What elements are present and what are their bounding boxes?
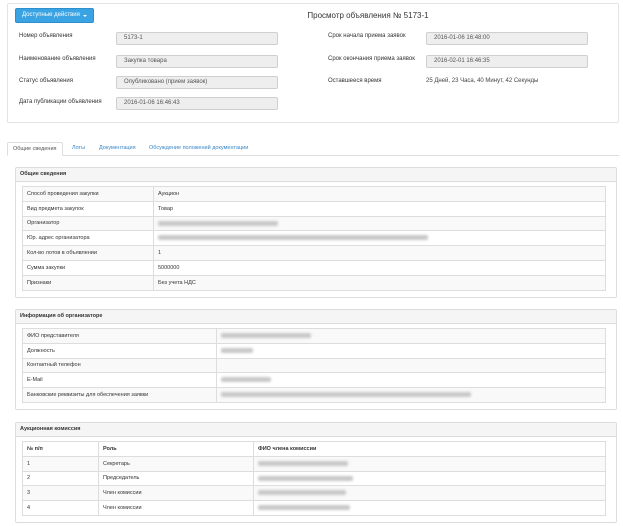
- table-row: Признаки Без учета НДС: [22, 274, 606, 291]
- auction-commission-table: № п/п Роль ФИО члена комиссии 1 Секретар…: [22, 441, 606, 516]
- row-label: Сумма закупки: [22, 259, 154, 276]
- row-value: Товар: [153, 200, 606, 217]
- field-publish-date: 2016-01-06 16:46:43: [116, 97, 278, 110]
- row-label: Юр. адрес организатора: [22, 230, 154, 247]
- general-info-table: Способ проведения закупки Аукцион Вид пр…: [22, 186, 606, 291]
- field-label-end: Срок окончания приема заявок: [328, 56, 415, 62]
- table-row: ФИО представителя: [22, 328, 606, 344]
- row-value-redacted: [153, 215, 606, 232]
- table-row: Должность: [22, 342, 606, 359]
- tab-bar: Общие сведения Лоты Документация Обсужде…: [7, 142, 619, 156]
- row-label: E-Mail: [22, 372, 217, 389]
- row-value-redacted: [216, 342, 606, 359]
- column-header-role: Роль: [98, 441, 254, 457]
- table-row: Организатор: [22, 215, 606, 232]
- auction-commission-title: Аукционная комиссия: [16, 423, 616, 437]
- table-row: 1 Секретарь: [22, 455, 606, 472]
- field-start: 2016-01-06 16:48:00: [426, 32, 588, 45]
- row-num: 3: [22, 485, 99, 502]
- row-label: Контактный телефон: [22, 357, 217, 374]
- tab-general[interactable]: Общие сведения: [7, 142, 63, 156]
- field-end: 2016-02-01 16:46:35: [426, 55, 588, 68]
- row-label: Кол-во лотов в объявлении: [22, 245, 154, 261]
- table-row: E-Mail: [22, 372, 606, 389]
- table-row: Способ проведения закупки Аукцион: [22, 186, 606, 202]
- field-label-status: Статус объявления: [19, 78, 74, 84]
- row-member-redacted: [253, 485, 606, 502]
- row-value-redacted: [216, 372, 606, 389]
- row-label: Признаки: [22, 274, 154, 291]
- general-info-title: Общие сведения: [16, 168, 616, 182]
- field-label-name: Наименование объявления: [19, 56, 96, 62]
- row-value-redacted: [216, 328, 606, 344]
- page-title: Просмотр объявления № 5173-1: [307, 11, 429, 20]
- organizer-info-panel: Информация об организаторе ФИО представи…: [15, 309, 617, 410]
- row-member-redacted: [253, 455, 606, 472]
- row-label: Банковские реквизиты для обеспечения зая…: [22, 387, 217, 403]
- table-row: 4 Член комиссии: [22, 500, 606, 516]
- tab-lots[interactable]: Лоты: [72, 142, 85, 156]
- tab-discussion[interactable]: Обсуждение положений документации: [149, 142, 248, 156]
- field-name: Закупка товара: [116, 55, 278, 68]
- field-label-remaining: Оставшееся время: [328, 78, 382, 84]
- tab-documentation[interactable]: Документация: [99, 142, 136, 156]
- row-value: Без учета НДС: [153, 274, 606, 291]
- row-role: Член комиссии: [98, 485, 254, 502]
- table-row: 3 Член комиссии: [22, 485, 606, 502]
- table-row: Сумма закупки 5000000: [22, 259, 606, 276]
- row-value: [216, 357, 606, 374]
- row-value: 1: [153, 245, 606, 261]
- row-role: Председатель: [98, 470, 254, 487]
- row-num: 4: [22, 500, 99, 516]
- table-header-row: № п/п Роль ФИО члена комиссии: [22, 441, 606, 457]
- announcement-header-card: Доступные действия Просмотр объявления №…: [7, 3, 619, 123]
- column-header-member: ФИО члена комиссии: [253, 441, 606, 457]
- general-info-panel: Общие сведения Способ проведения закупки…: [15, 167, 617, 298]
- table-row: 2 Председатель: [22, 470, 606, 487]
- table-row: Вид предмета закупок Товар: [22, 200, 606, 217]
- field-label-start: Срок начала приема заявок: [328, 33, 406, 39]
- table-row: Кол-во лотов в объявлении 1: [22, 245, 606, 261]
- row-role: Член комиссии: [98, 500, 254, 516]
- table-row: Банковские реквизиты для обеспечения зая…: [22, 387, 606, 403]
- row-role: Секретарь: [98, 455, 254, 472]
- row-value: 5000000: [153, 259, 606, 276]
- row-member-redacted: [253, 470, 606, 487]
- row-label: Способ проведения закупки: [22, 186, 154, 202]
- row-num: 1: [22, 455, 99, 472]
- row-member-redacted: [253, 500, 606, 516]
- field-status: Опубликовано (прием заявок): [116, 76, 278, 89]
- row-label: Организатор: [22, 215, 154, 232]
- field-label-publish-date: Дата публикации объявления: [19, 99, 102, 105]
- row-value-redacted: [153, 230, 606, 247]
- row-value-redacted: [216, 387, 606, 403]
- field-number: 5173-1: [116, 32, 278, 45]
- row-label: ФИО представителя: [22, 328, 217, 344]
- auction-commission-panel: Аукционная комиссия № п/п Роль ФИО члена…: [15, 422, 617, 523]
- organizer-info-title: Информация об организаторе: [16, 310, 616, 324]
- row-num: 2: [22, 470, 99, 487]
- table-row: Юр. адрес организатора: [22, 230, 606, 247]
- row-value: Аукцион: [153, 186, 606, 202]
- organizer-info-table: ФИО представителя Должность Контактный т…: [22, 328, 606, 403]
- field-label-number: Номер объявления: [19, 33, 73, 39]
- field-remaining: 25 Дней, 23 Часа, 40 Минут, 42 Секунды: [426, 78, 539, 84]
- row-label: Должность: [22, 342, 217, 359]
- column-header-num: № п/п: [22, 441, 99, 457]
- table-row: Контактный телефон: [22, 357, 606, 374]
- row-label: Вид предмета закупок: [22, 200, 154, 217]
